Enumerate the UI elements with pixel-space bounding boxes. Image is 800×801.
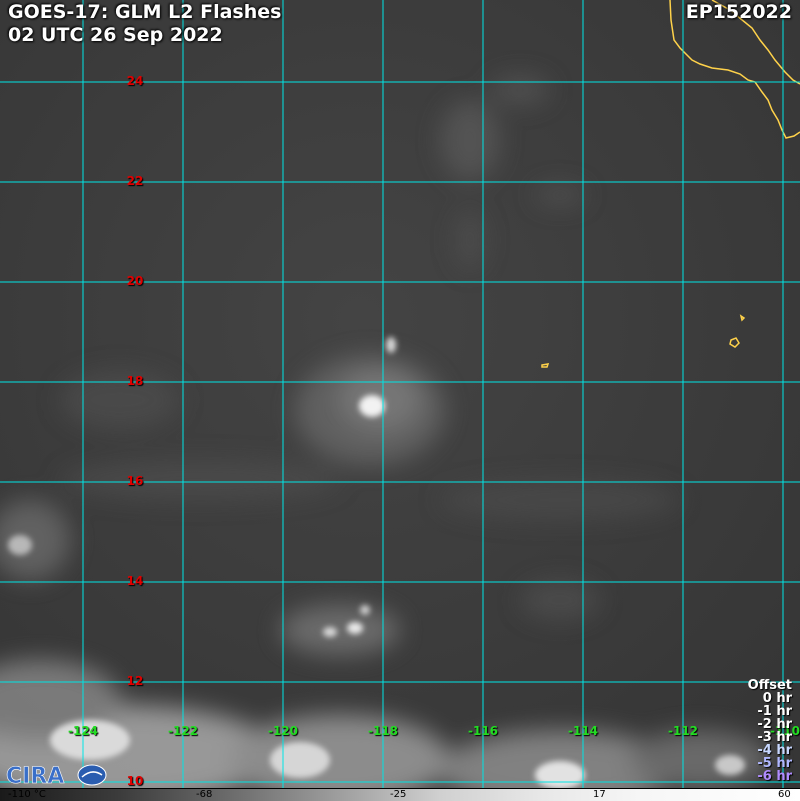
- lat-label: 14: [126, 574, 144, 588]
- lon-label: -122: [167, 724, 199, 738]
- colorbar-label: -25: [390, 789, 407, 800]
- offset-item: -6 hr: [757, 769, 792, 784]
- lon-label: -118: [367, 724, 399, 738]
- temperature-colorbar: -110 °C -68 -25 17 60: [0, 788, 800, 801]
- lon-label: -114: [567, 724, 599, 738]
- lon-label: -120: [267, 724, 299, 738]
- colorbar-label: 17: [593, 789, 606, 800]
- lat-label: 18: [126, 374, 144, 388]
- cira-logo: CIRA: [6, 764, 107, 788]
- cira-logo-text: CIRA: [6, 764, 64, 788]
- colorbar-label: -110 °C: [8, 789, 46, 800]
- colorbar-label: 60: [778, 789, 791, 800]
- storm-id-label: EP152022: [685, 1, 792, 23]
- satellite-map: [0, 0, 800, 800]
- lon-label: -116: [467, 724, 499, 738]
- lat-label: 12: [126, 674, 144, 688]
- lon-label: -124: [67, 724, 99, 738]
- lat-label: 22: [126, 174, 144, 188]
- offset-legend: Offset 0 hr -1 hr -2 hr -3 hr -4 hr -5 h…: [748, 679, 792, 783]
- product-title: GOES-17: GLM L2 Flashes: [8, 1, 282, 23]
- lat-label: 10: [126, 774, 144, 788]
- lat-label: 20: [126, 274, 144, 288]
- lat-label: 16: [126, 474, 144, 488]
- lat-label: 24: [126, 74, 144, 88]
- lon-label: -112: [667, 724, 699, 738]
- datetime-label: 02 UTC 26 Sep 2022: [8, 24, 223, 46]
- colorbar-label: -68: [196, 789, 213, 800]
